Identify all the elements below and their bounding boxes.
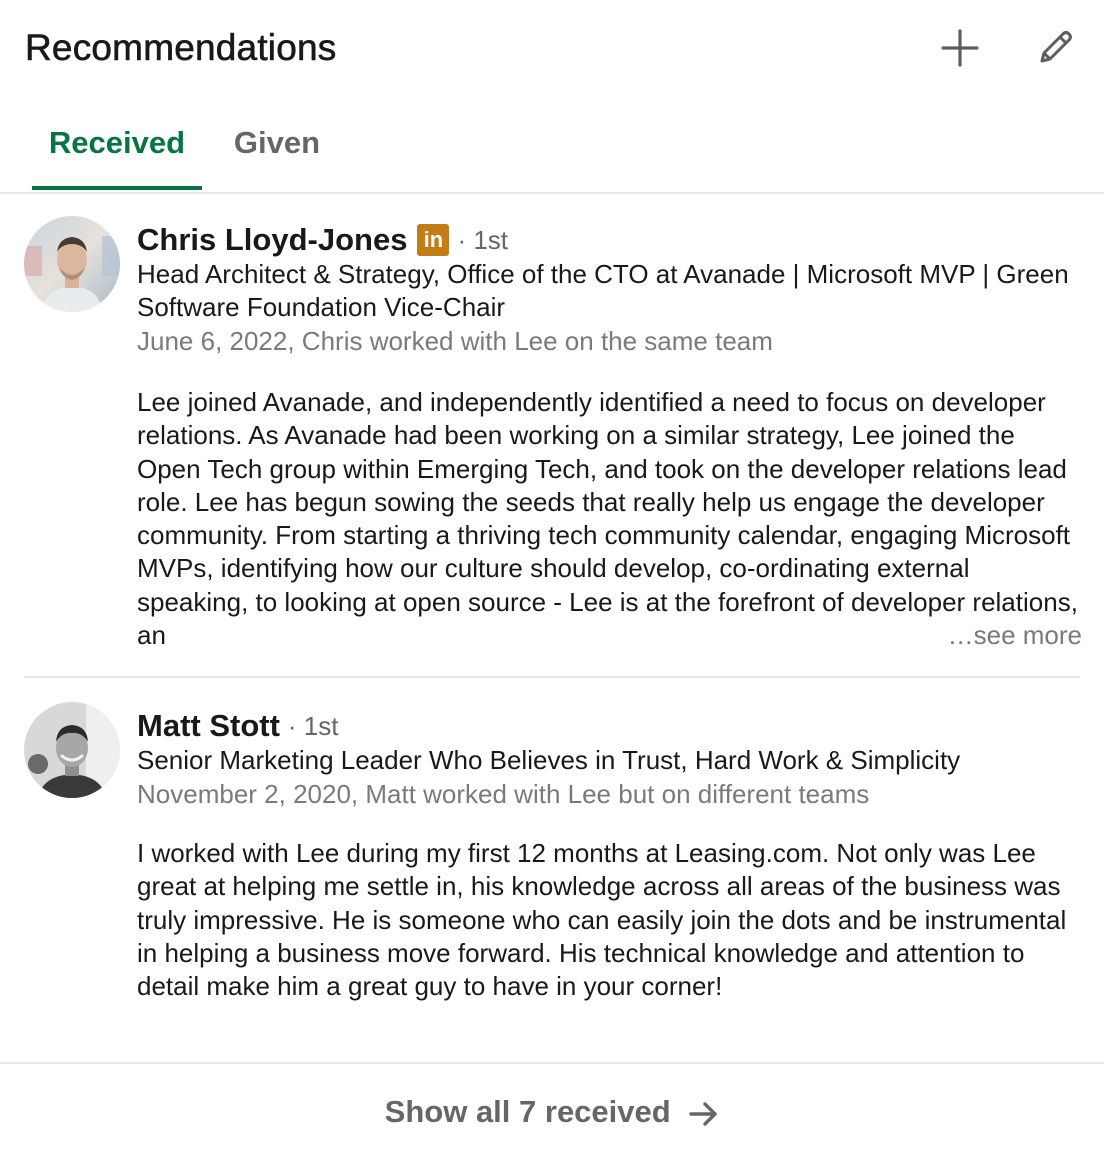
recommendation-item: Chris Lloyd-Jones in · 1st Head Architec… xyxy=(0,214,1104,678)
recommendation-meta: June 6, 2022, Chris worked with Lee on t… xyxy=(137,326,773,356)
divider xyxy=(24,676,1080,678)
section-header: Recommendations xyxy=(0,0,1104,96)
recommender-headline: Senior Marketing Leader Who Believes in … xyxy=(137,745,961,775)
recommendation-text: I worked with Lee during my first 12 mon… xyxy=(137,838,1067,1002)
avatar[interactable] xyxy=(24,216,120,312)
tab-given[interactable]: Given xyxy=(218,110,336,190)
see-more-link[interactable]: …see more xyxy=(923,619,1082,652)
plus-icon xyxy=(941,29,979,67)
connection-degree: · 1st xyxy=(457,224,509,255)
avatar-photo xyxy=(24,702,120,798)
active-tab-indicator xyxy=(32,186,202,190)
arrow-right-icon xyxy=(689,1102,718,1126)
recommendation-meta: November 2, 2020, Matt worked with Lee b… xyxy=(137,779,870,809)
add-recommendation-button[interactable] xyxy=(936,24,984,72)
section-footer: Show all 7 received xyxy=(0,1062,1104,1162)
show-all-received-button[interactable]: Show all 7 received xyxy=(0,1092,1104,1132)
avatar-photo xyxy=(24,216,120,312)
avatar[interactable] xyxy=(24,702,120,798)
recommendation-text: Lee joined Avanade, and independently id… xyxy=(137,387,1078,651)
recommender-name[interactable]: Matt Stott xyxy=(137,708,280,744)
connection-degree: · 1st xyxy=(287,710,339,741)
edit-recommendations-button[interactable] xyxy=(1031,24,1079,72)
recommender-name[interactable]: Chris Lloyd-Jones xyxy=(137,222,407,258)
section-title: Recommendations xyxy=(25,27,337,69)
tab-received[interactable]: Received xyxy=(32,110,202,190)
tab-given-label: Given xyxy=(233,125,321,160)
recommender-name-line: Matt Stott · 1st xyxy=(137,704,338,748)
show-all-label: Show all 7 received xyxy=(384,1094,671,1129)
pencil-icon xyxy=(1040,31,1072,63)
recommender-name-line: Chris Lloyd-Jones in · 1st xyxy=(137,218,508,262)
linkedin-icon: in xyxy=(417,224,450,256)
recommender-headline: Head Architect & Strategy, Office of the… xyxy=(137,259,1069,322)
recommendation-tabs: Received Given xyxy=(0,110,1104,194)
tab-received-label: Received xyxy=(48,125,186,160)
recommendation-item: Matt Stott · 1st Senior Marketing Leader… xyxy=(0,700,1104,1062)
